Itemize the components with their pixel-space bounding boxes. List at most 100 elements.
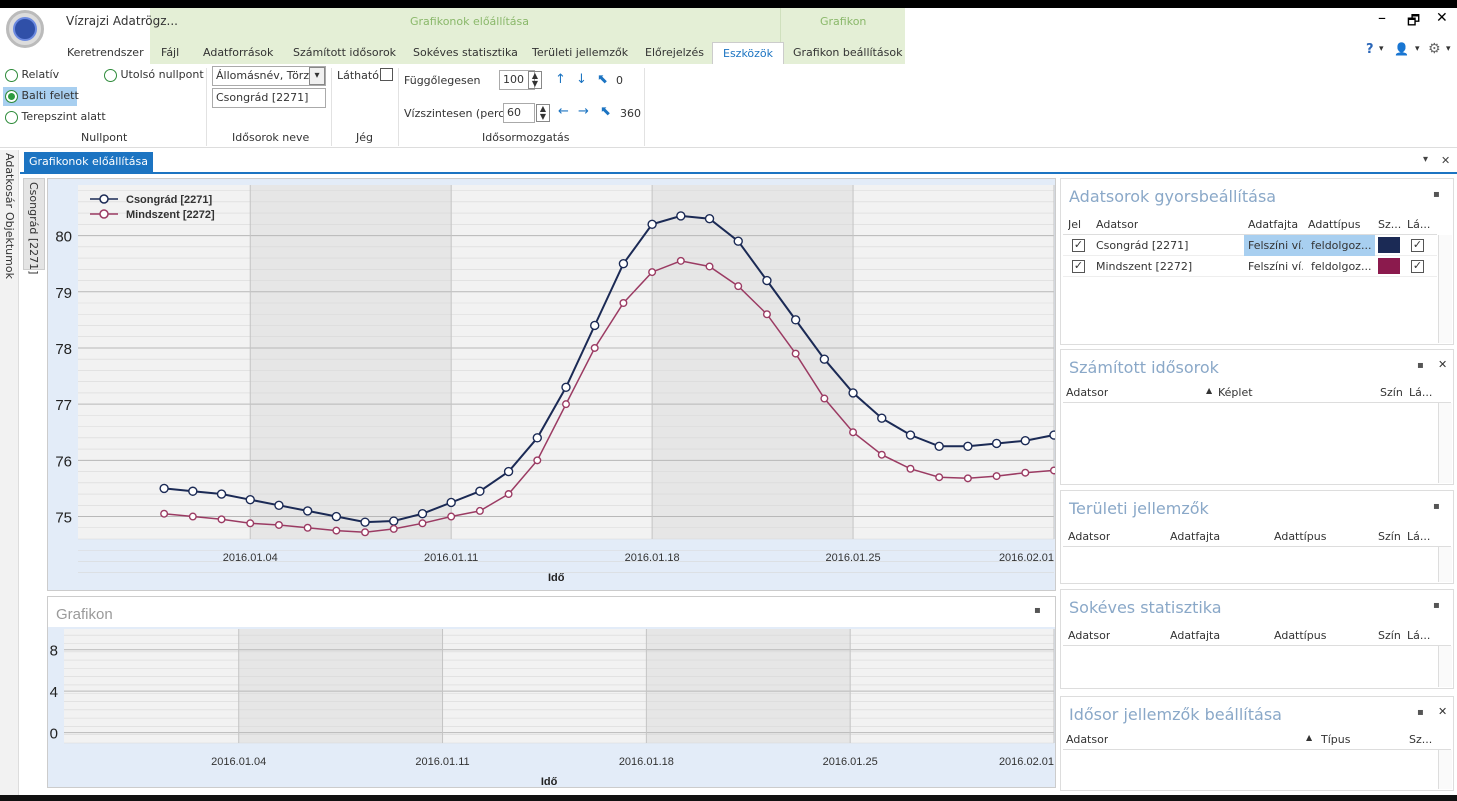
tab-fajl[interactable]: Fájl: [161, 45, 179, 65]
vertical-spin-icon[interactable]: ▲ ▼: [528, 71, 542, 89]
tab-elorejelzes[interactable]: Előrejelzés: [645, 45, 704, 65]
pin-icon[interactable]: ▪: [1433, 501, 1440, 512]
doc-tab-underline: [20, 172, 1457, 174]
radio-relativ-dot[interactable]: [5, 68, 18, 82]
col-adatfajta[interactable]: Adatfajta: [1248, 218, 1298, 231]
col-adatsor[interactable]: Adatsor: [1068, 530, 1110, 543]
col-szin[interactable]: Szín: [1378, 629, 1401, 642]
col-adatfajta[interactable]: Adatfajta: [1170, 629, 1220, 642]
col-lathato[interactable]: Lá...: [1409, 386, 1432, 399]
col-adatsor[interactable]: Adatsor: [1068, 629, 1110, 642]
tab-keretrendszer[interactable]: Keretrendszer: [67, 45, 144, 65]
doc-tab-grafikonok[interactable]: Grafikonok előállítása: [24, 152, 153, 172]
restore-button[interactable]: 🗗: [1407, 10, 1420, 34]
col-lathato[interactable]: Lá...: [1407, 218, 1430, 231]
arrow-up-icon[interactable]: ↑: [555, 72, 566, 87]
tab-teruleti-jellemzok[interactable]: Területi jellemzők: [532, 45, 628, 65]
arrow-right-icon[interactable]: →: [578, 104, 589, 119]
radio-balti-dot[interactable]: [5, 89, 18, 103]
jeg-lathato-checkbox[interactable]: [380, 68, 393, 81]
idosor-scrollbar[interactable]: [1438, 750, 1452, 789]
col-adatsor[interactable]: Adatsor: [1066, 386, 1108, 399]
panel-sokeves-title: Sokéves statisztika: [1069, 598, 1222, 617]
jel-checkbox-csongrad[interactable]: ✓: [1072, 239, 1085, 252]
lathato-checkbox-mindszent[interactable]: ✓: [1411, 260, 1424, 273]
close-button[interactable]: ✕: [1436, 10, 1448, 26]
user-icon[interactable]: 👤: [1394, 42, 1409, 56]
col-adatfajta[interactable]: Adatfajta: [1170, 530, 1220, 543]
side-tab-csongrad[interactable]: Csongrád [2271]: [27, 182, 40, 274]
pin-icon[interactable]: ▪: [1433, 189, 1440, 200]
side-tab-adatkosar[interactable]: Adatkosár: [3, 153, 16, 208]
data-point: [676, 256, 685, 265]
sort-up-icon[interactable]: ▲: [1206, 386, 1212, 395]
radio-relativ[interactable]: Relatív: [5, 68, 59, 82]
close-icon[interactable]: ✕: [1438, 705, 1447, 718]
help-dropdown-icon[interactable]: ▾: [1379, 44, 1384, 54]
lathato-checkbox-csongrad[interactable]: ✓: [1411, 239, 1424, 252]
pin-icon[interactable]: ▪: [1417, 707, 1424, 718]
color-swatch-mindszent[interactable]: [1378, 258, 1400, 274]
col-adattipus[interactable]: Adattípus: [1274, 629, 1326, 642]
help-icon[interactable]: ?: [1366, 42, 1374, 57]
close-icon[interactable]: ✕: [1438, 358, 1447, 371]
gyors-scrollbar[interactable]: [1438, 235, 1452, 343]
col-szin[interactable]: Szín: [1378, 530, 1401, 543]
color-swatch-csongrad[interactable]: [1378, 237, 1400, 253]
grafikon-pin-icon[interactable]: ▪: [1034, 603, 1041, 616]
doc-menu-icon[interactable]: ▾: [1423, 154, 1428, 165]
x-tick-label: 2016.02.01: [999, 756, 1054, 768]
teruleti-scrollbar[interactable]: [1438, 547, 1452, 582]
radio-utolso-dot[interactable]: [104, 68, 117, 82]
horizontal-shift-input[interactable]: 60: [503, 103, 535, 123]
doc-close-icon[interactable]: ✕: [1441, 154, 1450, 167]
reset-horizontal-icon[interactable]: ⬉: [600, 104, 611, 119]
col-adatsor[interactable]: Adatsor: [1096, 218, 1138, 231]
col-szin[interactable]: Sz...: [1409, 733, 1432, 746]
data-point: [849, 428, 858, 437]
lathato-label: Látható: [337, 69, 379, 82]
minimize-button[interactable]: –: [1378, 8, 1386, 27]
radio-terepszint-alatt[interactable]: Terepszint alatt: [5, 110, 106, 124]
pin-icon[interactable]: ▪: [1417, 360, 1424, 371]
horizontal-spin-icon[interactable]: ▲ ▼: [536, 104, 550, 122]
sort-up-icon[interactable]: ▲: [1306, 733, 1312, 742]
side-tab-objektumok[interactable]: Objektumok: [3, 212, 16, 279]
x-tick-label: 2016.02.01: [999, 552, 1054, 564]
radio-terepszint-dot[interactable]: [5, 110, 18, 124]
grafikon-chart-svg[interactable]: Grafikon 0 4 8 2016.01.04 2016.01.11 2016.01.1…: [48, 597, 1055, 788]
col-lathato[interactable]: Lá...: [1407, 530, 1430, 543]
col-adatsor[interactable]: Adatsor: [1066, 733, 1108, 746]
col-jel[interactable]: Jel: [1068, 218, 1081, 231]
szamitott-scrollbar[interactable]: [1438, 403, 1452, 483]
col-lathato[interactable]: Lá...: [1407, 629, 1430, 642]
main-chart-svg[interactable]: 75 76 77 78 79 80 2016.01.04 2016.01.11 2016.01.…: [48, 179, 1059, 590]
arrow-down-icon[interactable]: ↓: [576, 72, 587, 87]
pin-icon[interactable]: ▪: [1433, 600, 1440, 611]
settings-icon[interactable]: ⚙: [1428, 41, 1441, 57]
radio-balti-felett[interactable]: Balti felett: [5, 89, 79, 103]
col-szin[interactable]: Sz...: [1378, 218, 1401, 231]
radio-utolso-nullpont[interactable]: Utolsó nullpont: [104, 68, 204, 82]
data-point: [790, 315, 801, 325]
data-point: [963, 474, 972, 483]
tab-adatforrasok[interactable]: Adatforrások: [203, 45, 273, 65]
col-tipus[interactable]: Típus: [1321, 733, 1350, 746]
tab-szamitott-idosorok[interactable]: Számított idősorok: [293, 45, 396, 65]
tab-eszkozok[interactable]: Eszközök: [712, 42, 785, 66]
chevron-down-icon[interactable]: ▾: [309, 67, 325, 85]
col-adattipus[interactable]: Adattípus: [1308, 218, 1360, 231]
arrow-left-icon[interactable]: ←: [558, 104, 569, 119]
col-keplet[interactable]: Képlet: [1218, 386, 1253, 399]
reset-vertical-icon[interactable]: ⬉: [597, 72, 608, 87]
sokeves-scrollbar[interactable]: [1438, 646, 1452, 687]
user-dropdown-icon[interactable]: ▾: [1415, 44, 1420, 54]
settings-dropdown-icon[interactable]: ▾: [1446, 44, 1451, 54]
tab-sokeves-statisztika[interactable]: Sokéves statisztika: [413, 45, 518, 65]
jel-checkbox-mindszent[interactable]: ✓: [1072, 260, 1085, 273]
tab-grafikon-beallitasok[interactable]: Grafikon beállítások: [793, 45, 902, 65]
idosor-list-item[interactable]: Csongrád [2271]: [212, 88, 326, 108]
col-szin[interactable]: Szín: [1380, 386, 1403, 399]
app-logo[interactable]: [6, 10, 44, 48]
col-adattipus[interactable]: Adattípus: [1274, 530, 1326, 543]
